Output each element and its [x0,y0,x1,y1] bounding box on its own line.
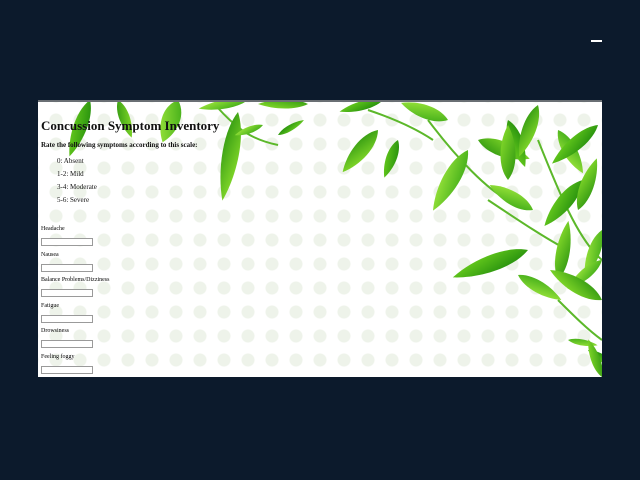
drowsiness-input[interactable] [41,340,93,348]
symptom-form: Concussion Symptom Inventory Rate the fo… [41,118,341,207]
field-label: Headache [41,226,65,232]
minimize-icon[interactable] [591,40,602,42]
field-drowsiness: Drowsiness [41,328,109,354]
field-balance: Balance Problems/Dizziness [41,277,109,303]
field-label: Fatigue [41,302,59,309]
field-fatigue: Fatigue [41,303,109,329]
field-label: Nausea [41,251,59,258]
field-nausea: Nausea [41,252,109,278]
fatigue-input[interactable] [41,314,93,323]
app-window: Concussion Symptom Inventory Rate the fo… [38,100,602,377]
scale-item: 5-6: Severe [57,196,90,204]
field-label: Feeling foggy [41,353,75,360]
field-label: Balance Problems/Dizziness [41,277,110,283]
field-foggy: Feeling foggy [41,354,109,378]
scale-item: 0: Absent [57,157,84,165]
scale-item: 3-4: Moderate [57,183,97,191]
balance-input[interactable] [41,289,93,297]
scale-item: 1-2: Mild [57,170,84,178]
field-headache: Headache [41,226,109,252]
foggy-input[interactable] [41,365,93,374]
headache-input[interactable] [41,238,93,246]
window-top-border [38,100,602,102]
rating-scale: 0: Absent 1-2: Mild 3-4: Moderate 5-6: S… [57,155,341,207]
nausea-input[interactable] [41,263,93,272]
symptom-fields: Headache Nausea Balance Problems/Dizzine… [41,226,109,377]
field-label: Drowsiness [41,328,69,334]
scale-instruction: Rate the following symptoms according to… [41,141,198,149]
page-title: Concussion Symptom Inventory [41,118,220,133]
